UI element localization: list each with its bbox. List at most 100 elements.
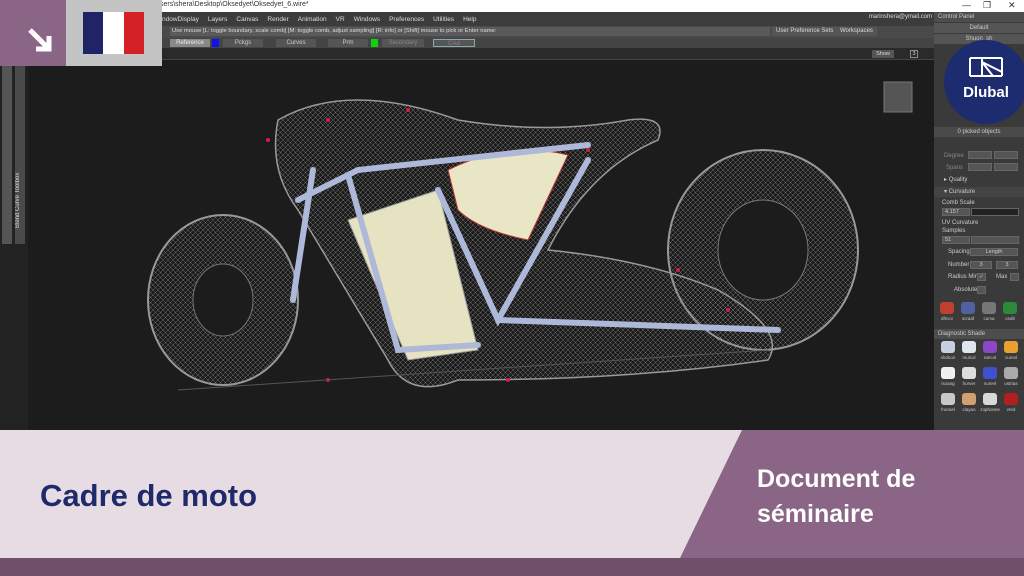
picked-objects[interactable]: 0 picked objects — [934, 127, 1024, 137]
close-button[interactable]: ✕ — [1008, 0, 1016, 11]
radius-min-checkbox[interactable]: ✓ — [977, 273, 986, 281]
curvature-section[interactable]: ▾ Curvature — [934, 187, 1024, 197]
shade-zophones-icon[interactable] — [983, 393, 997, 405]
window-path: sers\shera\Desktop\Oksedyet\Oksedyet_6.w… — [160, 1, 309, 8]
tool-curva-icon[interactable] — [982, 302, 996, 314]
left-toolbox-strip: Blend Curve Toolbox — [0, 60, 28, 430]
tool-dfmcv-icon[interactable] — [940, 302, 954, 314]
radius-min-label: Radius Min — [948, 274, 979, 280]
restore-button[interactable]: ❐ — [983, 0, 991, 11]
quality-label: Quality — [948, 177, 968, 183]
dlubal-logo: Dlubal — [944, 40, 1024, 124]
menu-windows[interactable]: Windows — [354, 16, 380, 23]
show-button[interactable]: Show — [872, 50, 894, 58]
workspaces-button[interactable]: Workspaces — [836, 27, 877, 36]
flag-blue — [83, 12, 104, 54]
comb-scale-label: Comb Scale — [942, 200, 975, 206]
toolbox-column[interactable] — [2, 64, 12, 244]
spacing-select[interactable]: Length — [970, 248, 1018, 256]
dlubal-bridge-icon — [969, 57, 1003, 77]
shade-mulcol-icon[interactable] — [962, 341, 976, 353]
samples-field[interactable]: 51 — [942, 236, 970, 244]
minimize-button[interactable]: — — [962, 0, 971, 10]
arrow-down-right-icon — [28, 28, 52, 52]
spans-field[interactable] — [968, 163, 992, 171]
samples-slider[interactable] — [971, 236, 1019, 244]
menu-preferences[interactable]: Preferences — [389, 16, 424, 23]
menu-vr[interactable]: VR — [336, 16, 345, 23]
tool-label: curva — [983, 316, 995, 321]
degree-label: Degree — [944, 153, 964, 159]
menu-windowdisplay[interactable]: ndowDisplay — [162, 16, 199, 23]
absolute-label: Absolute — [954, 287, 978, 293]
shade-horver-icon[interactable] — [962, 367, 976, 379]
comb-scale-field[interactable]: 4.157 — [942, 208, 970, 216]
shade-clayao-icon[interactable] — [962, 393, 976, 405]
menu-animation[interactable]: Animation — [298, 16, 327, 23]
shade-frunnel-icon[interactable] — [941, 393, 955, 405]
degree-field[interactable] — [968, 151, 992, 159]
number-field-b[interactable]: 3 — [996, 261, 1018, 269]
reference-button[interactable]: Reference — [170, 39, 210, 47]
shade-shdnon-icon[interactable] — [941, 341, 955, 353]
cad-field[interactable]: CAd — [433, 39, 475, 47]
shade-label: mulcol — [962, 355, 976, 360]
control-panel-title: Control Panel — [934, 12, 1024, 22]
shade-rancol-icon[interactable] — [983, 341, 997, 353]
tool-scraaf-icon[interactable] — [961, 302, 975, 314]
tool-label: cedit — [1005, 316, 1015, 321]
3d-viewport[interactable] — [28, 60, 934, 430]
picks-button[interactable]: Pckgs — [223, 39, 263, 47]
degree-field-2[interactable] — [994, 151, 1018, 159]
spans-field-2[interactable] — [994, 163, 1018, 171]
tool-label: scraaf — [961, 316, 975, 321]
view-cube[interactable] — [883, 81, 913, 113]
shade-label: vred — [1006, 407, 1016, 412]
view-number[interactable]: 3 — [910, 50, 918, 58]
menu-bar: ndowDisplay Layers Canvas Render Animati… — [160, 12, 936, 26]
tool-label: dfmcv — [940, 316, 953, 321]
shade-curevl-icon[interactable] — [1004, 341, 1018, 353]
menu-canvas[interactable]: Canvas — [236, 16, 258, 23]
menu-help[interactable]: Help — [463, 16, 476, 23]
max-checkbox[interactable] — [1010, 273, 1019, 281]
preset-select[interactable]: Default — [934, 23, 1024, 33]
prm-button[interactable]: Prm — [328, 39, 368, 47]
user-preference-sets-button[interactable]: User Preference Sets — [772, 27, 838, 36]
document-type: Document de séminaire — [757, 465, 916, 528]
curves-button[interactable]: Curves — [276, 39, 316, 47]
dlubal-wordmark: Dlubal — [963, 84, 1009, 101]
shade-isoang-icon[interactable] — [941, 367, 955, 379]
shade-label: isoang — [941, 381, 955, 386]
uv-curvature-label: UV Curvature — [942, 220, 979, 226]
menu-layers[interactable]: Layers — [208, 16, 228, 23]
user-email[interactable]: marinshera@ymail.com — [869, 14, 932, 20]
pick-toolbar: Reference Pckgs Curves Prm Secondary CAd — [160, 38, 936, 48]
reference-color — [212, 39, 219, 47]
spacing-label: Spacing — [948, 249, 970, 255]
flag-white — [103, 12, 124, 54]
shade-label: shdnon — [940, 355, 956, 360]
comb-scale-slider[interactable] — [971, 208, 1019, 216]
tool-cedit-icon[interactable] — [1003, 302, 1017, 314]
prompt-message: Use mouse [L: toggle boundary, scale com… — [170, 27, 770, 36]
shade-label: ustrias — [1004, 381, 1018, 386]
prm-color — [371, 39, 378, 47]
menu-utilities[interactable]: Utilities — [433, 16, 454, 23]
shade-label: surevl — [983, 381, 996, 386]
number-field-a[interactable]: 3 — [970, 261, 992, 269]
quality-section[interactable]: ▸ Quality — [934, 175, 1024, 185]
bottom-strip — [0, 558, 1024, 576]
menu-render[interactable]: Render — [267, 16, 288, 23]
shade-label: frunnel — [941, 407, 955, 412]
front-wheel — [147, 214, 299, 386]
shade-vred-icon[interactable] — [1004, 393, 1018, 405]
corner-badge — [0, 0, 66, 66]
diagnostic-shade-title: Diagnostic Shade — [934, 329, 1024, 339]
blend-curve-toolbox-label: Blend Curve Toolbox — [15, 172, 21, 228]
shade-surevl-icon[interactable] — [983, 367, 997, 379]
absolute-checkbox[interactable] — [977, 286, 986, 294]
french-flag-icon — [83, 12, 144, 54]
shade-ustrias-icon[interactable] — [1004, 367, 1018, 379]
secondary-button[interactable]: Secondary — [382, 39, 424, 47]
